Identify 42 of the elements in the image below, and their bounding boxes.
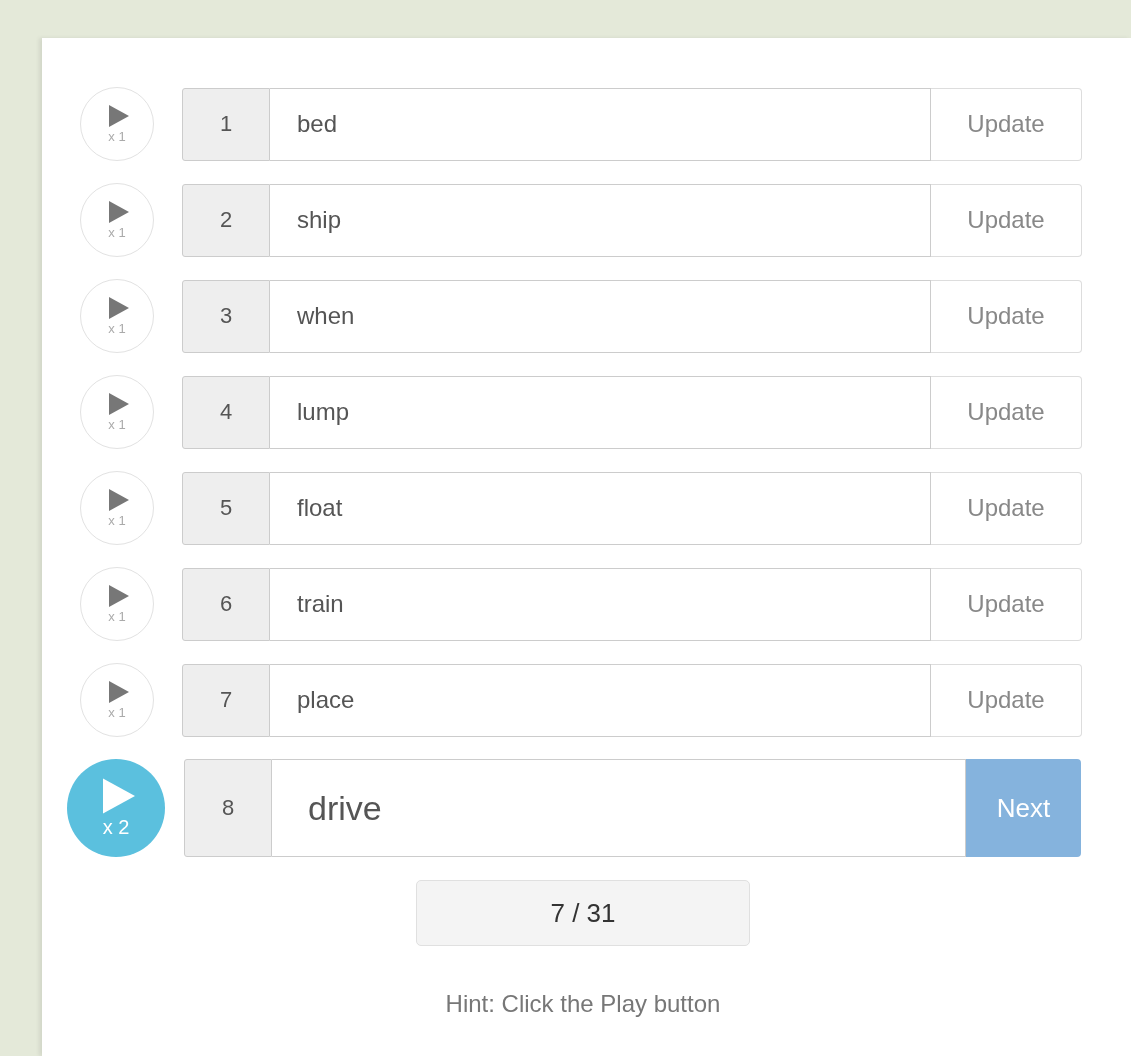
step-number: 8 (184, 759, 272, 857)
step-number: 3 (182, 279, 270, 353)
update-button[interactable]: Update (931, 87, 1082, 161)
play-button[interactable]: x 1 (80, 471, 154, 545)
update-button[interactable]: Update (931, 471, 1082, 545)
word-field[interactable]: drive (272, 759, 966, 857)
play-icon (109, 200, 129, 223)
play-icon (109, 584, 129, 607)
progress-counter: 7 / 31 (416, 880, 750, 946)
play-icon (109, 488, 129, 511)
update-button[interactable]: Update (931, 279, 1082, 353)
word-field[interactable]: ship (270, 183, 931, 257)
update-button[interactable]: Update (931, 663, 1082, 737)
step-number: 5 (182, 471, 270, 545)
step-number: 2 (182, 183, 270, 257)
word-field[interactable]: place (270, 663, 931, 737)
play-button[interactable]: x 1 (80, 87, 154, 161)
step-number: 6 (182, 567, 270, 641)
word-field[interactable]: train (270, 567, 931, 641)
update-button[interactable]: Update (931, 375, 1082, 449)
play-icon (109, 296, 129, 319)
play-icon (103, 777, 135, 814)
hint-text: Hint: Click the Play button (444, 990, 722, 1018)
word-field[interactable]: lump (270, 375, 931, 449)
update-button[interactable]: Update (931, 567, 1082, 641)
word-field[interactable]: bed (270, 87, 931, 161)
word-field[interactable]: float (270, 471, 931, 545)
step-number: 4 (182, 375, 270, 449)
play-button[interactable]: x 1 (80, 567, 154, 641)
step-number: 1 (182, 87, 270, 161)
play-button[interactable]: x 1 (80, 663, 154, 737)
next-button[interactable]: Next (966, 759, 1081, 857)
play-icon (109, 680, 129, 703)
play-button[interactable]: x 1 (80, 183, 154, 257)
play-button[interactable]: x 1 (80, 375, 154, 449)
play-button[interactable]: x 2 (67, 759, 165, 857)
step-number: 7 (182, 663, 270, 737)
play-button[interactable]: x 1 (80, 279, 154, 353)
word-field[interactable]: when (270, 279, 931, 353)
update-button[interactable]: Update (931, 183, 1082, 257)
play-icon (109, 392, 129, 415)
play-icon (109, 104, 129, 127)
